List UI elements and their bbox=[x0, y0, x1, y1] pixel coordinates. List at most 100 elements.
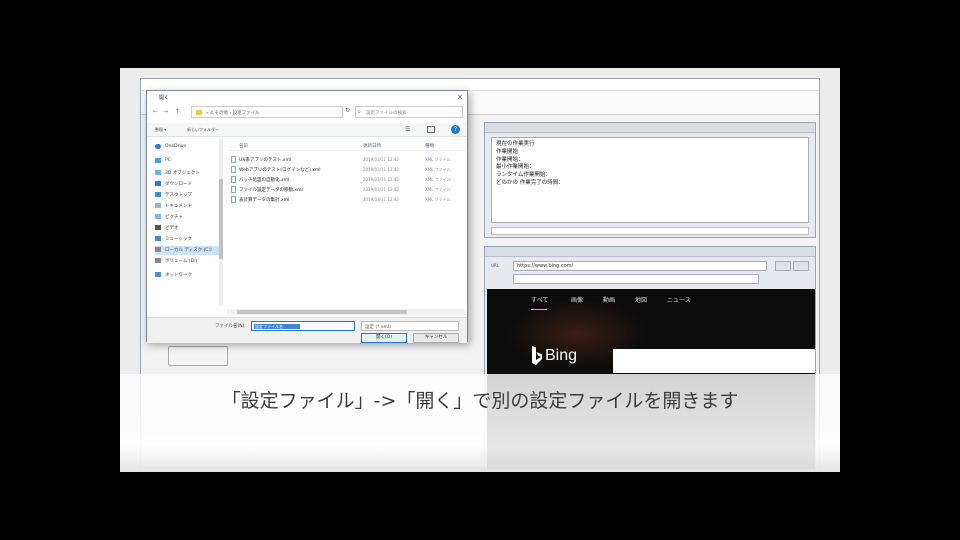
bing-tab-images[interactable]: 画像 bbox=[571, 295, 583, 304]
log-output[interactable]: 現在の作業実行 作業開始 作業開始： 最小作業開始： ランタイム作業開始： どの… bbox=[491, 137, 809, 223]
search-input[interactable]: ⌕ 設定ファイルの検索 bbox=[355, 106, 463, 118]
navigate-button[interactable] bbox=[775, 261, 791, 271]
log-line: 作業開始： bbox=[496, 156, 524, 163]
preview-pane-icon[interactable] bbox=[427, 126, 435, 133]
nav-scrollbar-thumb[interactable] bbox=[219, 179, 223, 259]
nav-item-downloads[interactable]: ダウンロード bbox=[155, 180, 221, 189]
file-type: XML ファイル bbox=[425, 157, 451, 162]
log-line: ランタイム作業開始： bbox=[496, 172, 551, 179]
column-type[interactable]: 種類 bbox=[425, 143, 434, 149]
bing-logo[interactable]: Bing bbox=[531, 345, 611, 369]
file-date: 2019/03/11 12:42 bbox=[363, 167, 399, 172]
desktop-icon bbox=[155, 192, 161, 197]
pc-icon bbox=[155, 158, 161, 163]
log-line: 現在の作業実行 bbox=[496, 141, 535, 147]
nav-item-pictures[interactable]: ピクチャ bbox=[155, 213, 221, 222]
horizontal-scrollbar-thumb[interactable] bbox=[237, 310, 407, 314]
nav-item-volume-d[interactable]: ボリューム (D:) bbox=[155, 257, 221, 266]
nav-item-label: ビデオ bbox=[165, 226, 179, 231]
nav-item-network[interactable]: ネットワーク bbox=[155, 271, 221, 280]
folder-icon bbox=[196, 110, 202, 115]
file-date: 2019/03/11 12:42 bbox=[363, 157, 399, 162]
cancel-button[interactable]: キャンセル bbox=[413, 333, 459, 343]
bing-tab-all[interactable]: すべて bbox=[531, 295, 548, 304]
nav-item-music[interactable]: ミュージック bbox=[155, 235, 221, 244]
nav-item-label: デスクトップ bbox=[165, 193, 192, 198]
help-icon[interactable]: ? bbox=[451, 125, 460, 134]
nav-item-label: ダウンロード bbox=[165, 182, 192, 187]
back-arrow-icon[interactable]: ← bbox=[153, 108, 158, 115]
url-input[interactable]: https://www.bing.com/ bbox=[513, 261, 767, 271]
bing-tab-underline bbox=[531, 309, 547, 310]
file-date: 2019/03/11 12:42 bbox=[363, 197, 399, 202]
bing-nav: すべて 画像 動画 地図 ニュース bbox=[527, 295, 767, 305]
bing-tab-maps[interactable]: 地図 bbox=[635, 295, 647, 304]
file-row[interactable]: 表計算データの集計.xml 2019/03/11 12:42 XML ファイル bbox=[227, 195, 465, 204]
column-name[interactable]: 名前 bbox=[239, 143, 248, 149]
video-icon bbox=[155, 225, 161, 230]
dialog-titlebar: 開く × bbox=[147, 91, 467, 103]
file-date: 2019/03/11 12:42 bbox=[363, 187, 399, 192]
search-icon: ⌕ bbox=[358, 109, 361, 115]
nav-item-label: ミュージック bbox=[165, 237, 192, 242]
file-type: XML ファイル bbox=[425, 177, 451, 182]
file-type: XML ファイル bbox=[425, 167, 451, 172]
bing-tab-news[interactable]: ニュース bbox=[667, 295, 691, 304]
nav-item-label: ボリューム (D:) bbox=[165, 259, 198, 264]
file-date: 2019/03/11 12:42 bbox=[363, 177, 399, 182]
nav-item-label: ドキュメント bbox=[165, 204, 192, 209]
nav-item-3d-objects[interactable]: 3D オブジェクト bbox=[155, 169, 221, 178]
browser-secondary-row bbox=[487, 274, 813, 284]
file-type: XML ファイル bbox=[425, 187, 451, 192]
new-folder-button[interactable]: 新しいフォルダー bbox=[187, 127, 219, 133]
forward-arrow-icon[interactable]: → bbox=[163, 108, 168, 115]
nav-item-documents[interactable]: ドキュメント bbox=[155, 202, 221, 211]
nav-item-videos[interactable]: ビデオ bbox=[155, 224, 221, 233]
open-button[interactable]: 開く(O) bbox=[361, 333, 407, 343]
stop-button[interactable] bbox=[793, 261, 809, 271]
file-name: 表計算データの集計.xml bbox=[239, 198, 290, 203]
view-options-icon[interactable]: ☰ bbox=[405, 126, 410, 133]
screen-recording: 現在の作業実行 作業開始 作業開始： 最小作業開始： ランタイム作業開始： どの… bbox=[120, 68, 840, 472]
music-icon bbox=[155, 236, 161, 241]
nav-item-local-disk[interactable]: ローカル ディスク (C:) bbox=[155, 246, 221, 255]
video-frame: 現在の作業実行 作業開始 作業開始： 最小作業開始： ランタイム作業開始： どの… bbox=[0, 0, 960, 540]
file-row[interactable]: Webアプリのテスト(ログインなど).xml 2019/03/11 12:42 XM… bbox=[227, 165, 465, 174]
close-icon[interactable]: × bbox=[457, 93, 463, 101]
dialog-footer: ファイル名(N): 設定ファイル名 設定 (*.xml) 開く(O) キャンセル bbox=[147, 317, 467, 343]
bing-logo-icon bbox=[532, 346, 542, 365]
network-icon bbox=[155, 272, 161, 277]
path-breadcrumb[interactable]: « 4.その他 › 設定ファイル bbox=[191, 106, 343, 118]
nav-item-label: ローカル ディスク (C:) bbox=[165, 248, 212, 253]
file-icon bbox=[231, 186, 236, 193]
nav-item-onedrive[interactable]: OneDrive bbox=[155, 143, 221, 152]
nav-item-desktop[interactable]: デスクトップ bbox=[155, 191, 221, 200]
file-type-filter[interactable]: 設定 (*.xml) bbox=[361, 321, 459, 331]
file-name: UX系アプリのテスト.xml bbox=[239, 158, 292, 163]
browser-secondary-input[interactable] bbox=[513, 274, 759, 284]
file-icon bbox=[231, 166, 236, 173]
file-list: 名前 更新日時 種類 UX系アプリのテスト.xml 2019/03/11 12:4… bbox=[227, 139, 465, 305]
disk-icon bbox=[155, 258, 161, 263]
browser-panel-header bbox=[485, 247, 815, 257]
bing-tab-videos[interactable]: 動画 bbox=[603, 295, 615, 304]
up-arrow-icon[interactable]: ↑ bbox=[175, 108, 180, 115]
file-row[interactable]: ファイル設定データの移動.xml 2019/03/11 12:42 XML ファイル bbox=[227, 185, 465, 194]
file-row[interactable]: バッチ処理の自動化.xml 2019/03/11 12:42 XML ファイル bbox=[227, 175, 465, 184]
log-panel-header bbox=[485, 123, 815, 133]
search-placeholder: 設定ファイルの検索 bbox=[366, 111, 407, 116]
file-open-dialog: 開く × ← → ↑ « 4.その他 › 設定ファイル ↻ ⌕ 設定ファイルの検… bbox=[146, 90, 468, 343]
document-icon bbox=[155, 203, 161, 208]
filename-input[interactable]: 設定ファイル名 bbox=[251, 321, 355, 331]
file-icon bbox=[231, 196, 236, 203]
file-list-header: 名前 更新日時 種類 bbox=[227, 141, 465, 151]
bing-search-box[interactable] bbox=[613, 349, 815, 373]
organize-button[interactable]: 整理 ▾ bbox=[155, 127, 166, 133]
file-row[interactable]: UX系アプリのテスト.xml 2019/03/11 12:42 XML ファイル bbox=[227, 155, 465, 164]
url-row: URL https://www.bing.com/ bbox=[487, 261, 813, 271]
refresh-icon[interactable]: ↻ bbox=[345, 107, 350, 114]
nav-item-pc[interactable]: PC bbox=[155, 157, 221, 166]
file-icon bbox=[231, 156, 236, 163]
column-date[interactable]: 更新日時 bbox=[363, 143, 381, 149]
nav-item-label: ピクチャ bbox=[165, 215, 183, 220]
